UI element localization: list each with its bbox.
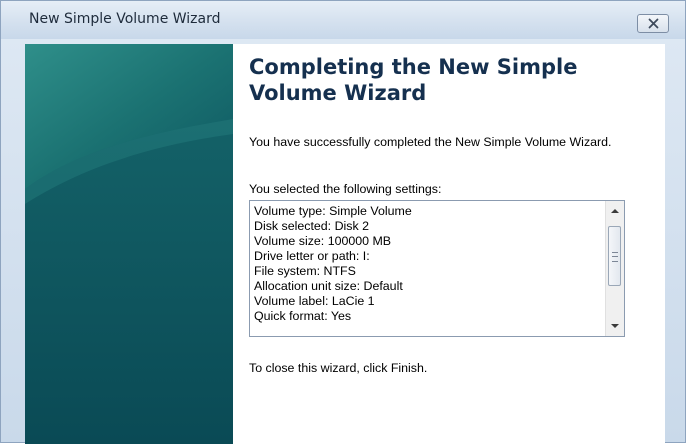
settings-item: Volume size: 100000 MB <box>254 234 392 248</box>
success-message: You have successfully completed the New … <box>249 135 612 149</box>
settings-list: Volume type: Simple Volume Disk selected… <box>254 204 602 324</box>
title-bar[interactable]: New Simple Volume Wizard <box>1 1 685 39</box>
settings-item: File system: NTFS <box>254 264 356 278</box>
scrollbar-thumb[interactable] <box>608 226 621 286</box>
settings-item: Quick format: Yes <box>254 309 352 323</box>
scroll-down-arrow-icon[interactable] <box>610 322 620 330</box>
vertical-scrollbar[interactable] <box>605 201 624 336</box>
close-icon <box>648 18 658 29</box>
finish-instruction: To close this wizard, click Finish. <box>249 361 428 375</box>
close-button[interactable] <box>637 14 669 33</box>
settings-item: Disk selected: Disk 2 <box>254 219 369 233</box>
side-banner-graphic <box>25 44 233 444</box>
settings-label: You selected the following settings: <box>249 182 442 196</box>
page-title: Completing the New Simple Volume Wizard <box>249 55 578 105</box>
wizard-window: New Simple Volume Wizard Completing the … <box>0 0 686 444</box>
wizard-content: Completing the New Simple Volume Wizard … <box>249 44 649 444</box>
scrollbar-grip-icon <box>612 252 618 262</box>
window-title: New Simple Volume Wizard <box>29 11 221 27</box>
settings-listbox[interactable]: Volume type: Simple Volume Disk selected… <box>249 200 625 337</box>
settings-item: Drive letter or path: I: <box>254 249 370 263</box>
wizard-client-area: Completing the New Simple Volume Wizard … <box>25 44 665 444</box>
wizard-side-banner <box>25 44 233 444</box>
settings-item: Volume type: Simple Volume <box>254 204 412 218</box>
scroll-up-arrow-icon[interactable] <box>610 207 620 215</box>
settings-item: Volume label: LaCie 1 <box>254 294 375 308</box>
settings-item: Allocation unit size: Default <box>254 279 403 293</box>
